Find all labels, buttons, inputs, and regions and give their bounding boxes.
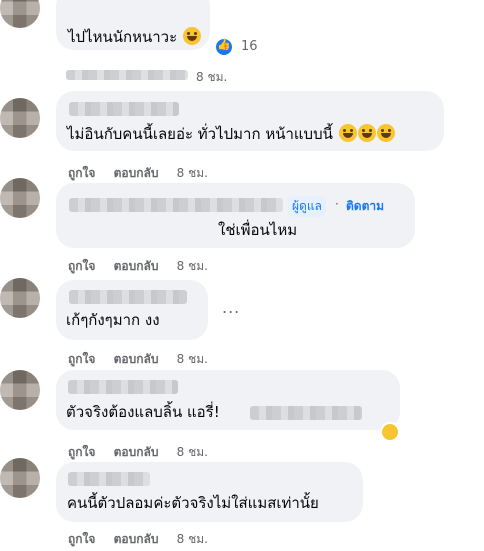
comment-time[interactable]: 8 ชม. (196, 70, 227, 84)
redacted-name (68, 380, 178, 394)
redacted-name (69, 102, 179, 116)
comment-bubble: ผู้ดูแล · ติดตาม ใช่เพื่อนไหม (56, 183, 415, 248)
reply-button[interactable]: ตอบกลับ (114, 445, 159, 459)
comment-bubble: ไม่อินกับคนนี้เลยอ่ะ ทั่วไปมาก หน้าแบบนี… (56, 91, 444, 151)
comment-meta: 8 ชม. (68, 68, 241, 87)
like-button[interactable]: ถูกใจ (68, 532, 95, 546)
follow-button[interactable]: ติดตาม (346, 197, 384, 216)
avatar[interactable] (0, 278, 40, 318)
comment-text: ใช่เพื่อนไหม (218, 221, 298, 239)
haha-emoji (357, 124, 376, 142)
reaction-count[interactable]: 16 (241, 39, 258, 54)
like-button[interactable]: ถูกใจ (68, 166, 95, 180)
comment-meta: ถูกใจ ตอบกลับ 8 ชม. (68, 350, 222, 369)
comment-text: ไปไหนนักหนาวะ (68, 28, 178, 46)
avatar[interactable] (0, 178, 40, 218)
like-button[interactable]: ถูกใจ (68, 445, 95, 459)
like-button[interactable]: ถูกใจ (68, 259, 95, 273)
haha-emoji (338, 124, 357, 142)
like-button[interactable]: ถูกใจ (68, 352, 95, 366)
reply-button[interactable]: ตอบกลับ (114, 532, 159, 546)
reply-button[interactable]: ตอบกลับ (114, 259, 159, 273)
comment-text: คนนี้ตัวปลอมค่ะตัวจริงไม่ใส่แมสเท่านั้ย (67, 494, 319, 512)
comment-meta: ถูกใจ ตอบกลับ 8 ชม. (68, 530, 222, 549)
comment-meta: ถูกใจ ตอบกลับ 8 ชม. (68, 164, 222, 183)
comment-text: ไม่อินกับคนนี้เลยอ่ะ ทั่วไปมาก หน้าแบบนี… (67, 125, 333, 143)
comment-time[interactable]: 8 ชม. (177, 259, 208, 273)
haha-emoji (182, 27, 201, 45)
comment-time[interactable]: 8 ชม. (177, 352, 208, 366)
more-icon[interactable]: ... (222, 298, 240, 317)
comment-bubble: คนนี้ตัวปลอมค่ะตัวจริงไม่ใส่แมสเท่านั้ย (56, 462, 363, 522)
comment-time[interactable]: 8 ชม. (177, 532, 208, 546)
comment-meta: ถูกใจ ตอบกลับ 8 ชม. (68, 257, 222, 276)
avatar[interactable] (0, 0, 40, 28)
comment-text: เก้ๆกังๆมาก งง (66, 311, 160, 329)
redacted-name (69, 290, 187, 304)
comment-time[interactable]: 8 ชม. (177, 166, 208, 180)
haha-emoji (376, 124, 395, 142)
separator-dot: · (335, 197, 339, 211)
comment-text: ตัวจริงต้องแลบลิ้น แอรี่! (66, 403, 220, 421)
avatar[interactable] (0, 98, 40, 138)
admin-badge: ผู้ดูแล (288, 196, 326, 217)
avatar[interactable] (0, 458, 40, 498)
comment-bubble: ไปไหนนักหนาวะ (56, 0, 210, 50)
haha-reaction-icon[interactable] (380, 422, 400, 442)
comment-bubble: ตัวจริงต้องแลบลิ้น แอรี่! (56, 370, 400, 430)
like-reaction-icon[interactable] (214, 37, 234, 57)
avatar[interactable] (0, 370, 40, 410)
redacted-name (68, 472, 150, 486)
redacted-name (69, 198, 283, 212)
comment-time[interactable]: 8 ชม. (177, 445, 208, 459)
redacted-mention (250, 406, 362, 420)
reply-button[interactable]: ตอบกลับ (114, 352, 159, 366)
comment-bubble: เก้ๆกังๆมาก งง (56, 280, 208, 340)
comment-meta: ถูกใจ ตอบกลับ 8 ชม. (68, 443, 222, 462)
reply-button[interactable]: ตอบกลับ (114, 166, 159, 180)
